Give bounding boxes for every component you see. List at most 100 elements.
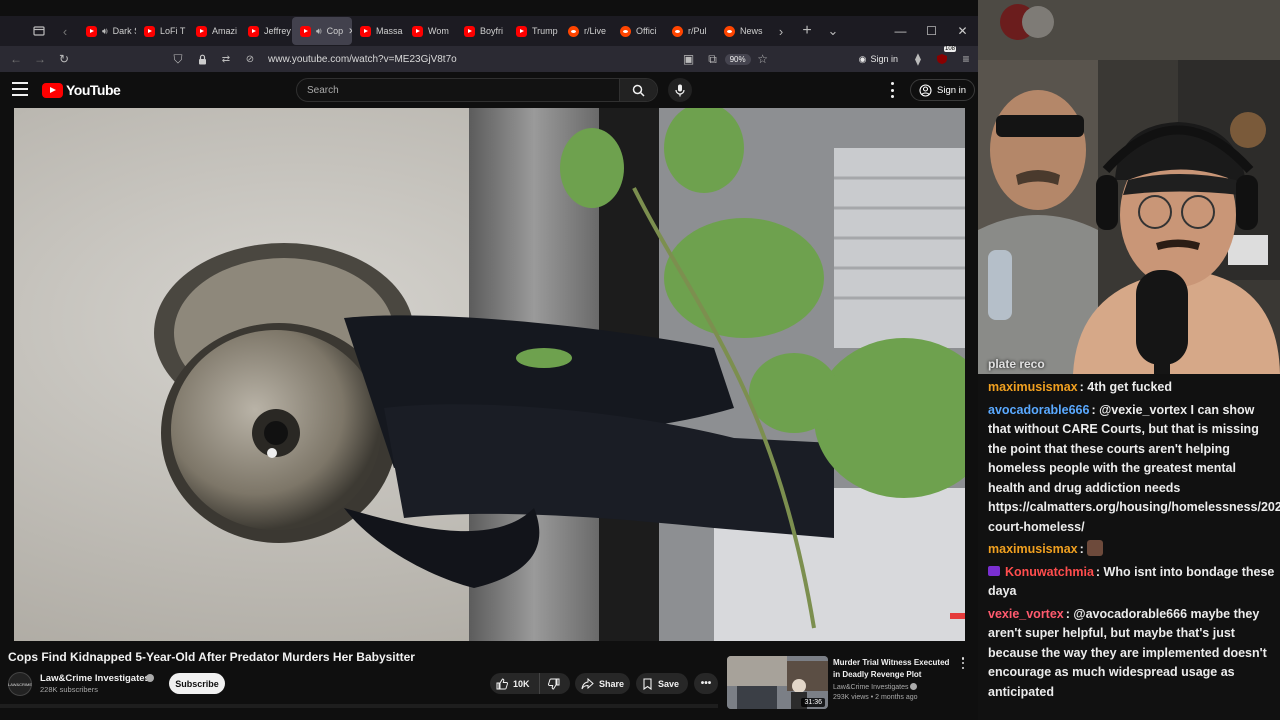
- thumbs-up-icon: [496, 677, 508, 689]
- reload-icon[interactable]: ↻: [52, 47, 76, 71]
- minimize-icon[interactable]: —: [885, 16, 916, 46]
- url-field[interactable]: www.youtube.com/watch?v=ME23GjV8t7o: [268, 54, 457, 65]
- firefox-account-button[interactable]: ◉ Sign in: [859, 54, 898, 65]
- chat-username[interactable]: vexie_vortex: [988, 607, 1064, 621]
- share-icon: [581, 677, 594, 689]
- speaker-icon[interactable]: 🔊︎: [102, 26, 108, 37]
- recommended-channel-name: Law&Crime Investigates: [833, 684, 909, 691]
- save-label: Save: [658, 678, 680, 689]
- screen: ‹ 🔊︎ Dark S LoFi T Amazi Jeffrey 🔊︎ Cop ✕ Massa W…: [0, 0, 1280, 720]
- search-icon: [632, 84, 645, 97]
- tab-label: r/Pul: [688, 26, 707, 36]
- verified-badge-icon: [910, 683, 918, 690]
- bookmark-star-icon[interactable]: ☆: [751, 47, 775, 71]
- recommended-channel[interactable]: Law&Crime Investigates: [833, 683, 918, 691]
- save-button[interactable]: Save: [636, 673, 688, 694]
- stream-caption: plate reco: [988, 357, 1045, 371]
- navigation-bar: ← → ↻ ⛉ ⇄ ⊘ www.youtube.com/watch?v=ME23…: [0, 46, 978, 72]
- tab-label: News: [740, 26, 763, 36]
- youtube-play-icon: [42, 82, 63, 98]
- thumbs-down-icon: [547, 678, 560, 690]
- youtube-sign-in-button[interactable]: Sign in: [910, 79, 976, 101]
- youtube-icon: [516, 25, 527, 37]
- chat-username[interactable]: Konuwatchmia: [1005, 565, 1094, 579]
- youtube-icon: [360, 25, 371, 37]
- youtube-icon: [464, 25, 475, 37]
- recommended-more-icon[interactable]: [959, 657, 967, 669]
- browser-tab[interactable]: Wom: [404, 17, 456, 45]
- browser-tab[interactable]: Offici: [612, 17, 664, 45]
- new-tab-icon[interactable]: +: [794, 18, 820, 44]
- dislike-button[interactable]: [540, 673, 568, 694]
- app-menu-icon[interactable]: ≡: [954, 47, 978, 71]
- tracking-protection-icon[interactable]: ⛉: [166, 47, 190, 71]
- search-input[interactable]: [297, 79, 619, 101]
- browser-tab[interactable]: News: [716, 17, 768, 45]
- tab-label: Massa: [376, 26, 403, 36]
- youtube-icon: [144, 25, 155, 37]
- browser-tab[interactable]: Massa: [352, 17, 404, 45]
- guide-menu-icon[interactable]: [12, 82, 28, 96]
- back-icon[interactable]: ←: [4, 47, 28, 71]
- scroll-tabs-right-icon[interactable]: ›: [768, 18, 794, 44]
- live-chat: maximusismax: 4th get fucked avocadorable…: [978, 374, 1280, 720]
- extensions-icon[interactable]: ⧫: [906, 47, 930, 71]
- recommended-thumbnail[interactable]: 31:36: [727, 656, 828, 709]
- search-button[interactable]: [619, 79, 657, 101]
- chat-message: vexie_vortex: @avocadorable666 maybe the…: [988, 605, 1276, 703]
- ublock-icon[interactable]: 108: [930, 46, 956, 71]
- browser-window: ‹ 🔊︎ Dark S LoFi T Amazi Jeffrey 🔊︎ Cop ✕ Massa W…: [0, 0, 978, 720]
- channel-avatar-text: LAW&CRIME: [7, 681, 33, 687]
- browser-tab[interactable]: r/Live: [560, 17, 612, 45]
- streamer-webcam: plate reco: [978, 0, 1280, 374]
- chat-username[interactable]: maximusismax: [988, 380, 1078, 394]
- chat-username[interactable]: avocadorable666: [988, 403, 1089, 417]
- forward-icon[interactable]: →: [28, 47, 52, 71]
- subscriber-badge-icon: [988, 565, 1000, 576]
- channel-avatar[interactable]: LAW&CRIME: [8, 672, 32, 696]
- like-button[interactable]: 10K: [490, 673, 540, 694]
- voice-search-button[interactable]: [668, 78, 692, 102]
- tab-list-chevron-icon[interactable]: ⌄: [820, 18, 846, 44]
- subscriber-count: 228K subscribers: [40, 685, 98, 694]
- video-player[interactable]: [14, 108, 965, 641]
- more-actions-button[interactable]: •••: [694, 673, 718, 694]
- chat-text: : 4th get fucked: [1079, 380, 1173, 394]
- settings-menu-icon[interactable]: [886, 82, 898, 98]
- verified-badge-icon: [146, 674, 154, 682]
- youtube-sign-in-label: Sign in: [937, 84, 967, 96]
- chat-username[interactable]: maximusismax: [988, 542, 1078, 556]
- screenshot-icon[interactable]: ⧉: [701, 47, 725, 71]
- tab-label: Boyfri: [480, 26, 504, 36]
- browser-tab[interactable]: Jeffrey: [240, 17, 292, 45]
- search-box: [296, 78, 658, 102]
- tab-strip: 🔊︎Dark SLoFi TAmaziJeffrey🔊︎Cop✕ MassaWom…: [78, 17, 768, 45]
- scroll-tabs-left-icon[interactable]: ‹: [52, 18, 78, 44]
- maximize-icon[interactable]: ☐: [916, 16, 947, 46]
- share-label: Share: [599, 678, 625, 689]
- share-button[interactable]: Share: [575, 673, 630, 694]
- like-dislike-group: 10K: [490, 673, 570, 694]
- browser-tab[interactable]: Trump: [508, 17, 560, 45]
- recommended-title[interactable]: Murder Trial Witness Executed in Deadly …: [833, 657, 958, 681]
- browser-tab[interactable]: 🔊︎ Cop ✕: [292, 17, 352, 45]
- permissions-icon[interactable]: ⇄: [214, 47, 238, 71]
- lock-icon[interactable]: [190, 47, 214, 71]
- speaker-icon[interactable]: 🔊︎: [316, 26, 322, 37]
- video-title: Cops Find Kidnapped 5-Year-Old After Pre…: [8, 650, 415, 664]
- chat-message: maximusismax: 4th get fucked: [988, 378, 1276, 398]
- tab-overview-icon[interactable]: [26, 18, 52, 44]
- browser-tab[interactable]: r/Pul: [664, 17, 716, 45]
- page-divider: [0, 704, 718, 708]
- browser-tab[interactable]: Amazi: [188, 17, 240, 45]
- browser-tab[interactable]: 🔊︎ Dark S: [78, 17, 136, 45]
- close-window-icon[interactable]: ✕: [947, 16, 978, 46]
- browser-tab[interactable]: LoFi T: [136, 17, 188, 45]
- browser-tab[interactable]: Boyfri: [456, 17, 508, 45]
- youtube-logo[interactable]: YouTube: [42, 82, 121, 98]
- autoplay-blocked-icon[interactable]: ⊘: [238, 47, 262, 71]
- subscribe-button[interactable]: Subscribe: [169, 673, 225, 694]
- zoom-level[interactable]: 90%: [724, 53, 751, 65]
- channel-name[interactable]: Law&Crime Investigates: [40, 673, 150, 684]
- picture-in-picture-icon[interactable]: ▣: [677, 47, 701, 71]
